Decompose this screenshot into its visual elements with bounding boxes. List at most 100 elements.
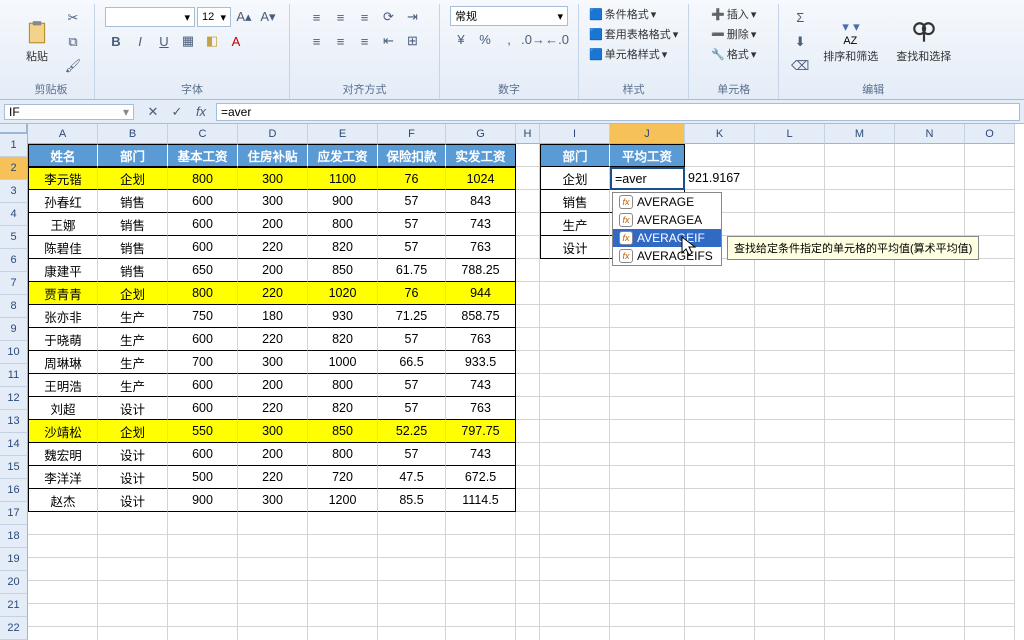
cell-K22[interactable] <box>685 627 755 640</box>
cell-O6[interactable] <box>965 259 1015 282</box>
cell-L16[interactable] <box>755 489 825 512</box>
column-header-N[interactable]: N <box>895 124 965 144</box>
cell-A2[interactable]: 李元锴 <box>28 167 98 190</box>
cell-F3[interactable]: 57 <box>378 190 446 213</box>
row-header-18[interactable]: 18 <box>0 525 28 548</box>
delete-cells-button[interactable]: ➖删除▾ <box>711 26 756 42</box>
cell-N13[interactable] <box>895 420 965 443</box>
cell-A6[interactable]: 康建平 <box>28 259 98 282</box>
cell-L14[interactable] <box>755 443 825 466</box>
fill-button[interactable]: ⬇ <box>789 31 811 53</box>
orientation-button[interactable]: ⟳ <box>378 6 400 28</box>
cell-A20[interactable] <box>28 581 98 604</box>
cell-B15[interactable]: 设计 <box>98 466 168 489</box>
cell-D12[interactable]: 220 <box>238 397 308 420</box>
cell-I11[interactable] <box>540 374 610 397</box>
cell-E16[interactable]: 1200 <box>308 489 378 512</box>
cell-H13[interactable] <box>516 420 540 443</box>
cell-O11[interactable] <box>965 374 1015 397</box>
cell-B8[interactable]: 生产 <box>98 305 168 328</box>
suggest-item-average[interactable]: fxAVERAGE <box>613 193 721 211</box>
cell-I5[interactable]: 设计 <box>540 236 610 259</box>
bold-button[interactable]: B <box>105 30 127 52</box>
cell-K16[interactable] <box>685 489 755 512</box>
cell-H12[interactable] <box>516 397 540 420</box>
border-button[interactable]: ▦ <box>177 30 199 52</box>
cell-L1[interactable] <box>755 144 825 167</box>
suggest-item-averageif[interactable]: fxAVERAGEIF <box>613 229 721 247</box>
cell-I16[interactable] <box>540 489 610 512</box>
align-center-button[interactable]: ≡ <box>330 30 352 52</box>
cell-J2[interactable]: =averfxAVERAGEfxAVERAGEAfxAVERAGEIFfxAVE… <box>610 167 685 190</box>
formula-input[interactable]: =aver <box>216 103 1020 121</box>
currency-button[interactable]: ¥ <box>450 28 472 50</box>
cell-B17[interactable] <box>98 512 168 535</box>
cell-C12[interactable]: 600 <box>168 397 238 420</box>
cell-O2[interactable] <box>965 167 1015 190</box>
cell-E15[interactable]: 720 <box>308 466 378 489</box>
cell-N14[interactable] <box>895 443 965 466</box>
cell-N10[interactable] <box>895 351 965 374</box>
cell-N15[interactable] <box>895 466 965 489</box>
cell-L20[interactable] <box>755 581 825 604</box>
cell-I10[interactable] <box>540 351 610 374</box>
cell-G15[interactable]: 672.5 <box>446 466 516 489</box>
cell-K2[interactable]: 921.9167 <box>685 167 755 190</box>
cell-J11[interactable] <box>610 374 685 397</box>
cell-A3[interactable]: 孙春红 <box>28 190 98 213</box>
cell-D16[interactable]: 300 <box>238 489 308 512</box>
row-header-7[interactable]: 7 <box>0 272 28 295</box>
cell-I18[interactable] <box>540 535 610 558</box>
cell-C17[interactable] <box>168 512 238 535</box>
cell-styles-button[interactable]: 🟦单元格样式▾ <box>589 46 678 62</box>
cell-G9[interactable]: 763 <box>446 328 516 351</box>
cell-L7[interactable] <box>755 282 825 305</box>
cell-E7[interactable]: 1020 <box>308 282 378 305</box>
suggest-item-averageifs[interactable]: fxAVERAGEIFS <box>613 247 721 265</box>
cell-G20[interactable] <box>446 581 516 604</box>
cell-I7[interactable] <box>540 282 610 305</box>
cell-B3[interactable]: 销售 <box>98 190 168 213</box>
cell-K17[interactable] <box>685 512 755 535</box>
cell-N20[interactable] <box>895 581 965 604</box>
column-header-L[interactable]: L <box>755 124 825 144</box>
cell-G12[interactable]: 763 <box>446 397 516 420</box>
cell-D19[interactable] <box>238 558 308 581</box>
cell-K18[interactable] <box>685 535 755 558</box>
suggest-item-averagea[interactable]: fxAVERAGEA <box>613 211 721 229</box>
cell-B10[interactable]: 生产 <box>98 351 168 374</box>
cell-J9[interactable] <box>610 328 685 351</box>
cell-I9[interactable] <box>540 328 610 351</box>
cell-F15[interactable]: 47.5 <box>378 466 446 489</box>
decrease-decimal-button[interactable]: ←.0 <box>546 28 568 50</box>
cell-G16[interactable]: 1114.5 <box>446 489 516 512</box>
wrap-text-button[interactable]: ⇥ <box>402 6 424 28</box>
cell-A8[interactable]: 张亦非 <box>28 305 98 328</box>
cell-F14[interactable]: 57 <box>378 443 446 466</box>
cell-C4[interactable]: 600 <box>168 213 238 236</box>
cell-G5[interactable]: 763 <box>446 236 516 259</box>
merge-button[interactable]: ⊞ <box>402 30 424 52</box>
cell-B16[interactable]: 设计 <box>98 489 168 512</box>
font-color-button[interactable]: A <box>225 30 247 52</box>
cell-F1[interactable]: 保险扣款 <box>378 144 446 167</box>
cell-F7[interactable]: 76 <box>378 282 446 305</box>
cell-I17[interactable] <box>540 512 610 535</box>
cell-D22[interactable] <box>238 627 308 640</box>
cell-O10[interactable] <box>965 351 1015 374</box>
cell-N1[interactable] <box>895 144 965 167</box>
cell-D7[interactable]: 220 <box>238 282 308 305</box>
cell-J12[interactable] <box>610 397 685 420</box>
cell-I22[interactable] <box>540 627 610 640</box>
column-header-I[interactable]: I <box>540 124 610 144</box>
row-header-4[interactable]: 4 <box>0 203 28 226</box>
cell-D18[interactable] <box>238 535 308 558</box>
cell-A16[interactable]: 赵杰 <box>28 489 98 512</box>
cell-J17[interactable] <box>610 512 685 535</box>
cell-A18[interactable] <box>28 535 98 558</box>
cell-M14[interactable] <box>825 443 895 466</box>
cell-H14[interactable] <box>516 443 540 466</box>
cell-A17[interactable] <box>28 512 98 535</box>
cell-K10[interactable] <box>685 351 755 374</box>
cell-G14[interactable]: 743 <box>446 443 516 466</box>
